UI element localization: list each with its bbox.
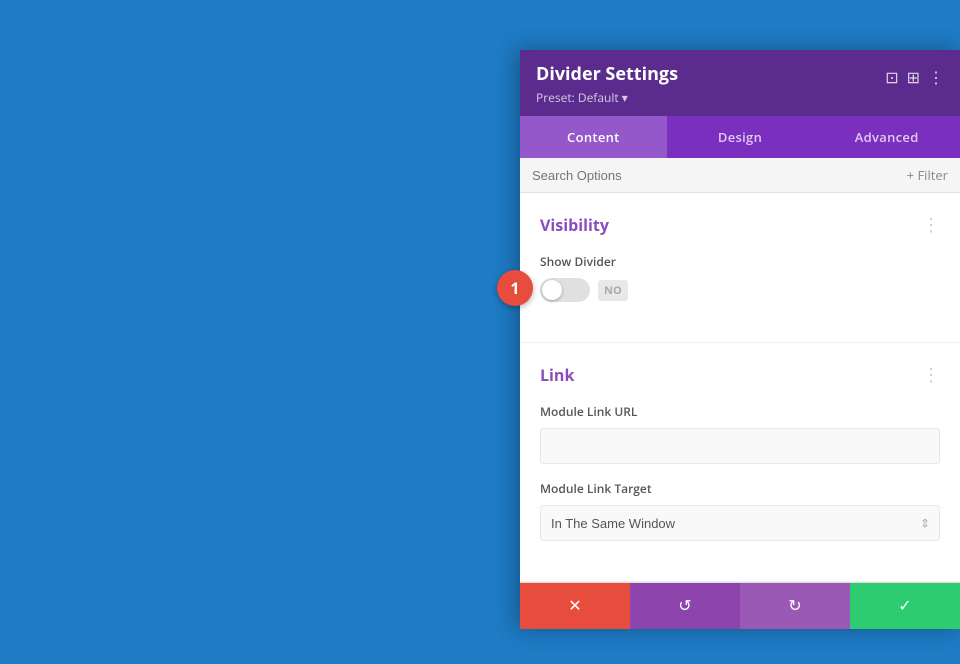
show-divider-toggle[interactable] <box>540 278 590 302</box>
save-button[interactable]: ✓ <box>850 583 960 629</box>
module-link-target-field: Module Link Target In The Same Window In… <box>540 480 940 541</box>
panel-tabs: Content Design Advanced <box>520 116 960 158</box>
link-section-header: Link ⋮ <box>540 363 940 387</box>
redo-button[interactable]: ↻ <box>740 583 850 629</box>
panel-preset[interactable]: Preset: Default ▾ <box>536 89 678 106</box>
toggle-knob <box>542 280 562 300</box>
search-input[interactable] <box>532 168 907 183</box>
more-options-icon[interactable]: ⋮ <box>928 66 944 88</box>
expand-icon[interactable]: ⊡ <box>885 66 898 88</box>
grid-icon[interactable]: ⊞ <box>907 66 920 88</box>
undo-button[interactable]: ↺ <box>630 583 740 629</box>
panel-body: Visibility ⋮ Show Divider NO Link ⋮ <box>520 193 960 582</box>
module-link-url-field: Module Link URL <box>540 403 940 464</box>
settings-panel: Divider Settings Preset: Default ▾ ⊡ ⊞ ⋮… <box>520 50 960 629</box>
search-bar: + Filter <box>520 158 960 193</box>
show-divider-label: Show Divider <box>540 253 940 270</box>
visibility-menu-icon[interactable]: ⋮ <box>922 213 940 237</box>
panel-title: Divider Settings <box>536 62 678 86</box>
visibility-title: Visibility <box>540 214 609 236</box>
panel-title-block: Divider Settings Preset: Default ▾ <box>536 62 678 106</box>
link-title: Link <box>540 364 574 386</box>
undo-icon: ↺ <box>678 596 691 616</box>
module-link-target-select-wrapper: In The Same Window In The New Tab ⇕ <box>540 505 940 541</box>
save-icon: ✓ <box>898 596 911 616</box>
cancel-icon: ✕ <box>568 596 581 616</box>
tab-design[interactable]: Design <box>667 116 814 158</box>
toggle-wrapper: NO <box>540 278 940 302</box>
redo-icon: ↻ <box>788 596 801 616</box>
panel-header: Divider Settings Preset: Default ▾ ⊡ ⊞ ⋮ <box>520 50 960 116</box>
tab-content[interactable]: Content <box>520 116 667 158</box>
link-menu-icon[interactable]: ⋮ <box>922 363 940 387</box>
link-section: Link ⋮ Module Link URL Module Link Targe… <box>520 343 960 582</box>
visibility-section-header: Visibility ⋮ <box>540 213 940 237</box>
tab-advanced[interactable]: Advanced <box>813 116 960 158</box>
visibility-section: Visibility ⋮ Show Divider NO <box>520 193 960 343</box>
cancel-button[interactable]: ✕ <box>520 583 630 629</box>
step-badge: 1 <box>497 270 533 306</box>
module-link-target-label: Module Link Target <box>540 480 940 497</box>
module-link-url-input[interactable] <box>540 428 940 464</box>
panel-footer: ✕ ↺ ↻ ✓ <box>520 582 960 629</box>
toggle-state-label: NO <box>598 280 628 301</box>
panel-header-icons: ⊡ ⊞ ⋮ <box>885 66 944 88</box>
show-divider-field: Show Divider NO <box>540 253 940 302</box>
module-link-target-select[interactable]: In The Same Window In The New Tab <box>540 505 940 541</box>
module-link-url-label: Module Link URL <box>540 403 940 420</box>
filter-button[interactable]: + Filter <box>907 166 948 184</box>
